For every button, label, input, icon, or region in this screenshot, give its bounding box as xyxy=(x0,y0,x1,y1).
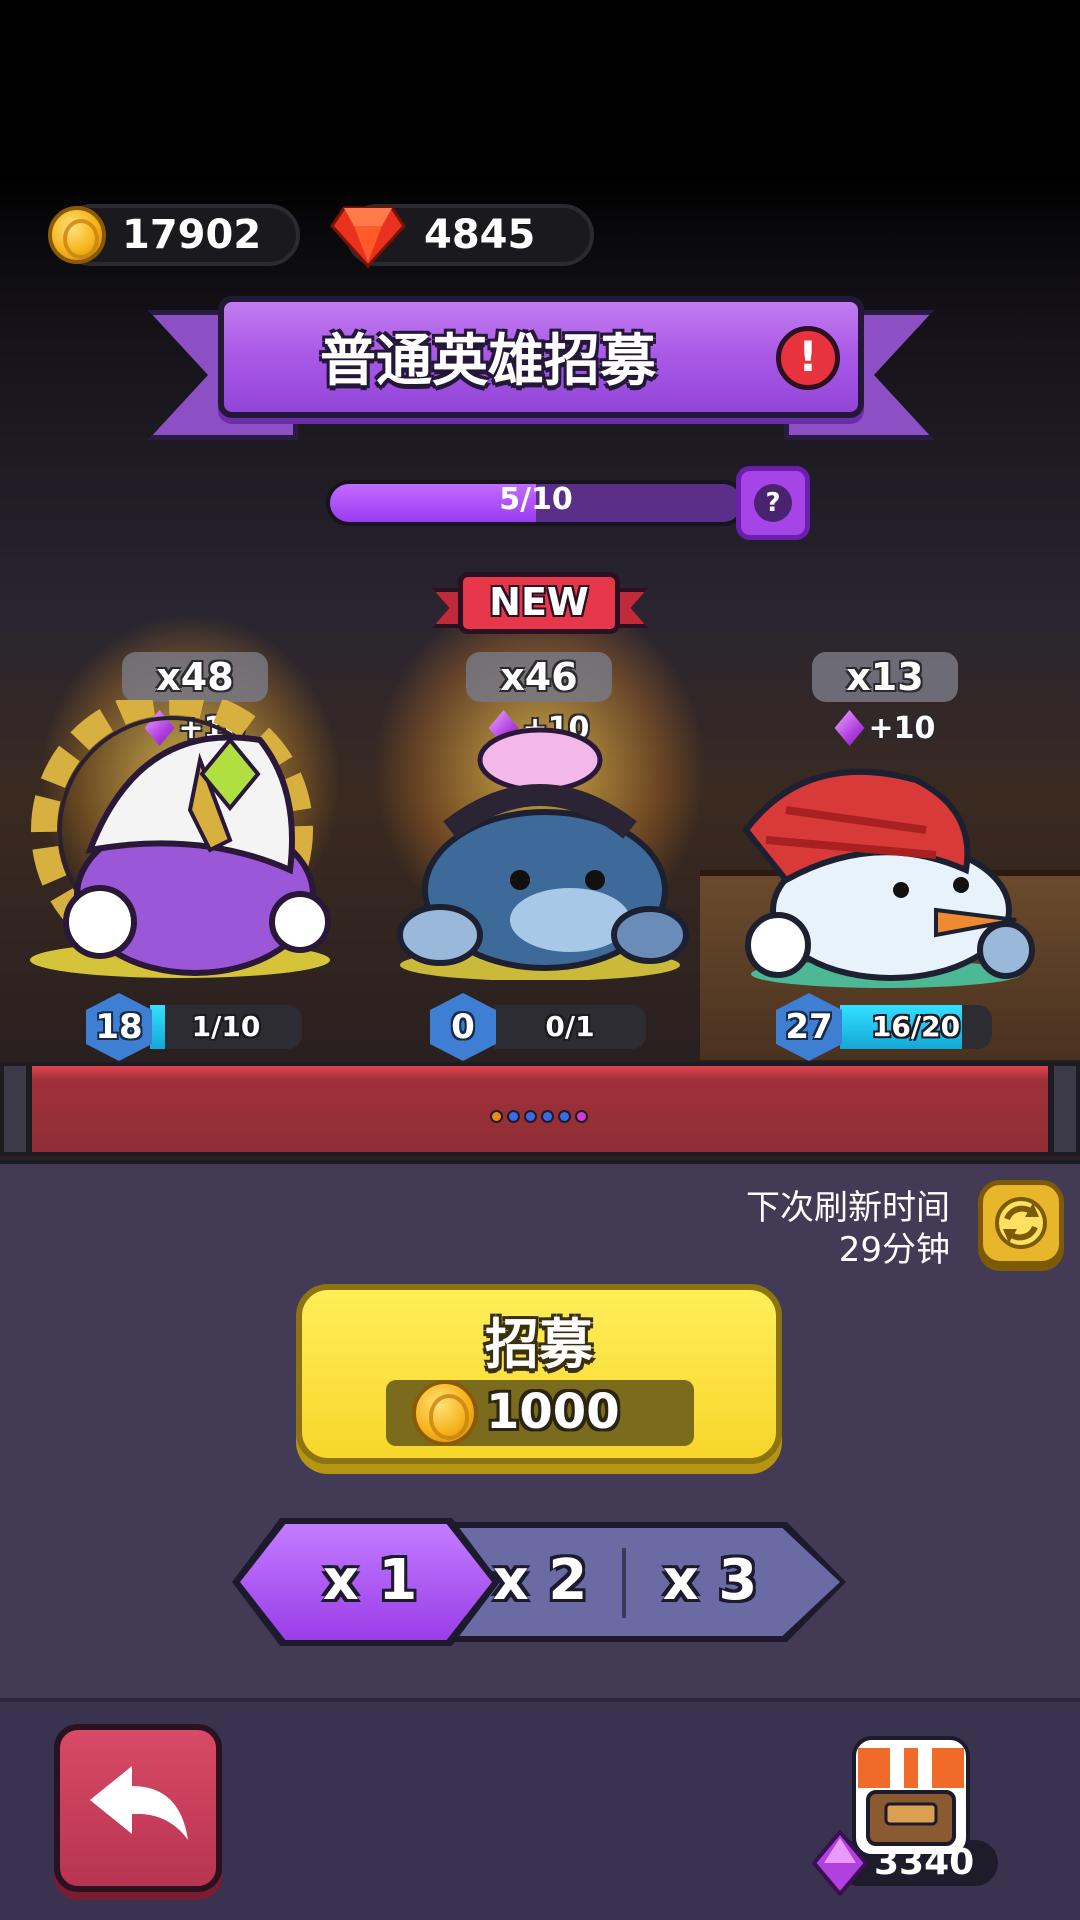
gem-icon xyxy=(834,710,865,746)
page-dot xyxy=(507,1110,520,1123)
refresh-icon xyxy=(995,1197,1047,1249)
gold-amount: 17902 xyxy=(122,212,262,258)
question-icon: ? xyxy=(754,484,792,522)
page-dot xyxy=(490,1110,503,1123)
hero-bonus: +10 xyxy=(810,708,960,748)
shop-gem-amount: 3340 xyxy=(874,1842,975,1883)
multiplier-option-x3[interactable]: x 3 xyxy=(630,1548,790,1613)
hero-progress-text: 0/1 xyxy=(545,1010,595,1043)
hero-count-tag: x48 xyxy=(122,652,268,702)
recruit-progress-text: 5/10 xyxy=(499,482,573,517)
multiplier-option-x2[interactable]: x 2 xyxy=(460,1548,620,1613)
new-badge: NEW xyxy=(458,572,620,634)
alert-icon[interactable]: ! xyxy=(776,326,840,390)
refresh-countdown: 29分钟 xyxy=(838,1230,950,1270)
back-button[interactable] xyxy=(54,1724,222,1892)
help-button[interactable]: ? xyxy=(736,466,810,540)
page-dot xyxy=(558,1110,571,1123)
page-indicator xyxy=(490,1110,590,1128)
hero-count-tag: x13 xyxy=(812,652,958,702)
page-dot xyxy=(541,1110,554,1123)
band-rail-right xyxy=(1050,1062,1080,1156)
recruit-button-label: 招募 xyxy=(485,1313,593,1376)
snowman-hero[interactable] xyxy=(726,760,1046,990)
hero-count-tag: x46 xyxy=(466,652,612,702)
band-rail-left xyxy=(0,1062,30,1156)
page-title: 普通英雄招募 xyxy=(320,329,656,394)
back-arrow-icon xyxy=(90,1766,188,1840)
multiplier-divider xyxy=(622,1548,626,1618)
ruby-icon xyxy=(330,206,406,268)
refresh-button[interactable] xyxy=(978,1180,1064,1266)
hero-progress-text: 1/10 xyxy=(191,1010,261,1043)
page-dot xyxy=(524,1110,537,1123)
hero-progress-text: 16/20 xyxy=(871,1010,961,1043)
gem-icon xyxy=(812,1830,868,1896)
gold-coin-icon xyxy=(48,206,106,264)
hero-bonus-value: +10 xyxy=(868,710,936,746)
page-dot xyxy=(575,1110,588,1123)
fish-hero[interactable] xyxy=(380,720,700,980)
recruit-cost: 1000 xyxy=(486,1384,620,1440)
purple-knight-hero[interactable] xyxy=(0,700,360,980)
gem-amount: 4845 xyxy=(424,212,536,258)
gold-coin-icon xyxy=(412,1380,478,1446)
multiplier-option-x1[interactable]: x 1 xyxy=(290,1548,450,1613)
carousel-band xyxy=(28,1062,1052,1156)
